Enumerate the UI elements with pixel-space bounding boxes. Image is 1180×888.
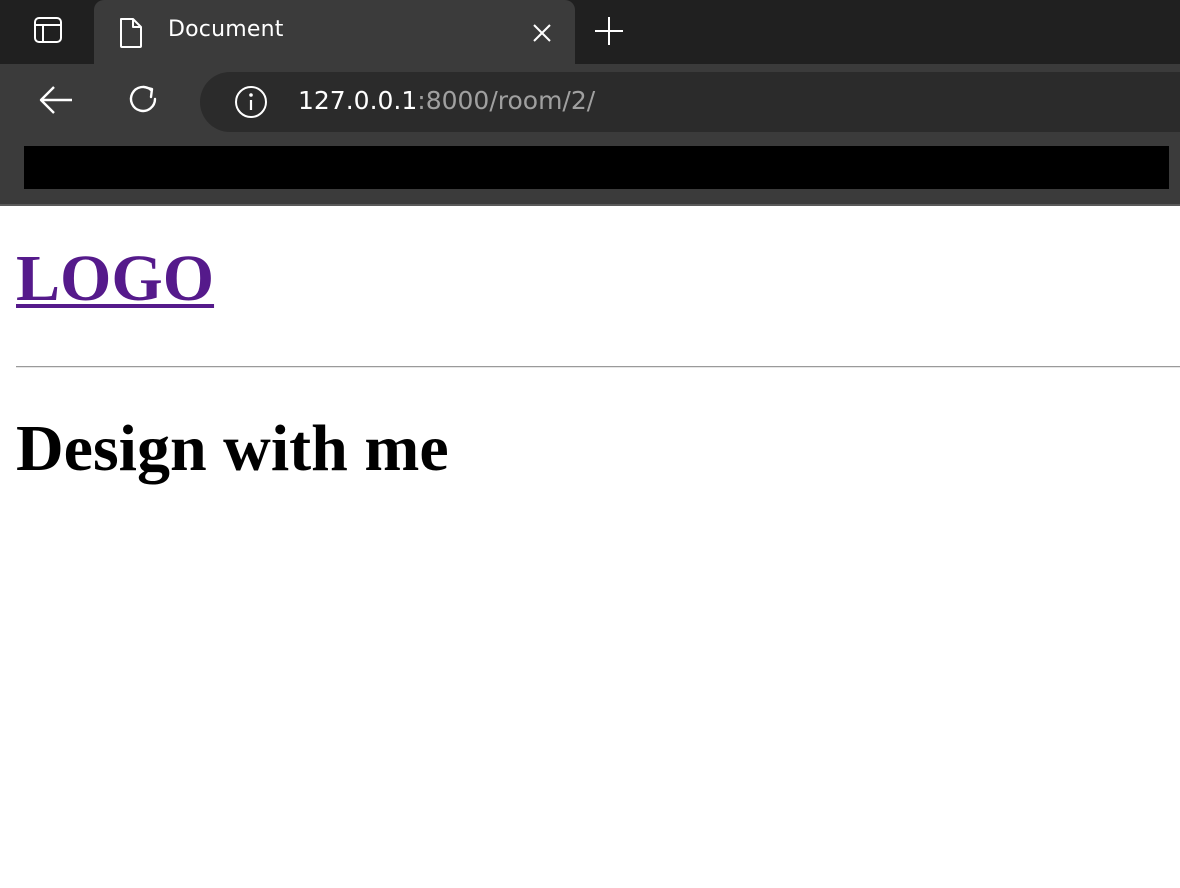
browser-toolbar: 127.0.0.1:8000/room/2/: [0, 64, 1180, 205]
refresh-icon: [126, 82, 162, 123]
tab-strip: Document: [0, 0, 1180, 64]
back-button[interactable]: [32, 82, 80, 122]
address-bar[interactable]: 127.0.0.1:8000/room/2/: [200, 72, 1180, 132]
refresh-button[interactable]: [122, 80, 166, 124]
document-icon: [116, 16, 146, 50]
plus-icon: [594, 16, 624, 51]
new-tab-button[interactable]: [588, 12, 630, 54]
logo-link[interactable]: LOGO: [16, 246, 214, 312]
page-content: LOGO Design with me: [0, 206, 1180, 888]
horizontal-rule: [16, 366, 1180, 368]
url-host: 127.0.0.1: [298, 86, 418, 115]
url-path: :8000/room/2/: [417, 86, 596, 115]
tab-actions-icon: [33, 15, 63, 50]
close-icon[interactable]: [524, 18, 560, 48]
tab-document[interactable]: Document: [94, 0, 575, 64]
info-icon[interactable]: [232, 84, 270, 120]
tab-title: Document: [168, 17, 284, 42]
arrow-left-icon: [38, 85, 74, 120]
url-text[interactable]: 127.0.0.1:8000/room/2/: [298, 86, 595, 115]
favorites-bar: [24, 146, 1169, 189]
page-title: Design with me: [16, 412, 449, 485]
tab-actions-button[interactable]: [14, 10, 82, 54]
